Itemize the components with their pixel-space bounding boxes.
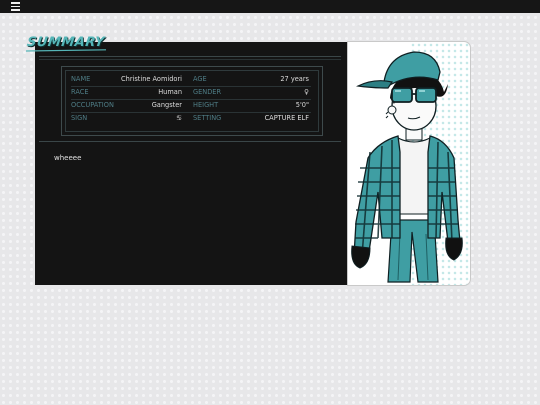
- value-setting: CAPTURE ELF: [264, 114, 309, 122]
- value-gender: ♀: [304, 88, 309, 96]
- label-race: RACE: [71, 88, 89, 96]
- value-age: 27 years: [280, 75, 309, 83]
- summary-panel: SUMMARY NAME Christine Aomidori AGE 27 y…: [26, 35, 348, 285]
- value-name: Christine Aomidori: [121, 75, 182, 83]
- label-sign: SIGN: [71, 114, 88, 122]
- info-row-race-gender: RACE Human GENDER ♀: [71, 86, 311, 99]
- value-sign-icon: ♋: [176, 114, 182, 122]
- label-gender: GENDER: [193, 88, 222, 96]
- value-race: Human: [158, 88, 182, 96]
- divider-bottom: [39, 141, 341, 142]
- title-underline-swoosh: [26, 49, 106, 52]
- label-name: NAME: [71, 75, 91, 83]
- value-height: 5'0": [295, 101, 309, 109]
- info-table: NAME Christine Aomidori AGE 27 years RAC…: [61, 66, 323, 136]
- character-illustration: [351, 51, 463, 283]
- label-height: HEIGHT: [193, 101, 219, 109]
- info-row-occupation-height: OCCUPATION Gangster HEIGHT 5'0": [71, 99, 311, 112]
- hamburger-menu-icon[interactable]: [11, 2, 20, 11]
- character-portrait: [348, 42, 470, 285]
- summary-title: SUMMARY: [25, 35, 106, 50]
- label-occupation: OCCUPATION: [71, 101, 114, 109]
- info-row-sign-setting: SIGN ♋ SETTING CAPTURE ELF: [71, 112, 311, 125]
- info-row-name-age: NAME Christine Aomidori AGE 27 years: [71, 73, 311, 86]
- divider-top-inner: [39, 59, 341, 60]
- divider-top: [39, 56, 341, 57]
- label-age: AGE: [193, 75, 207, 83]
- character-description: wheeee: [54, 154, 82, 162]
- label-setting: SETTING: [193, 114, 222, 122]
- top-bar: [0, 0, 540, 13]
- value-occupation: Gangster: [151, 101, 182, 109]
